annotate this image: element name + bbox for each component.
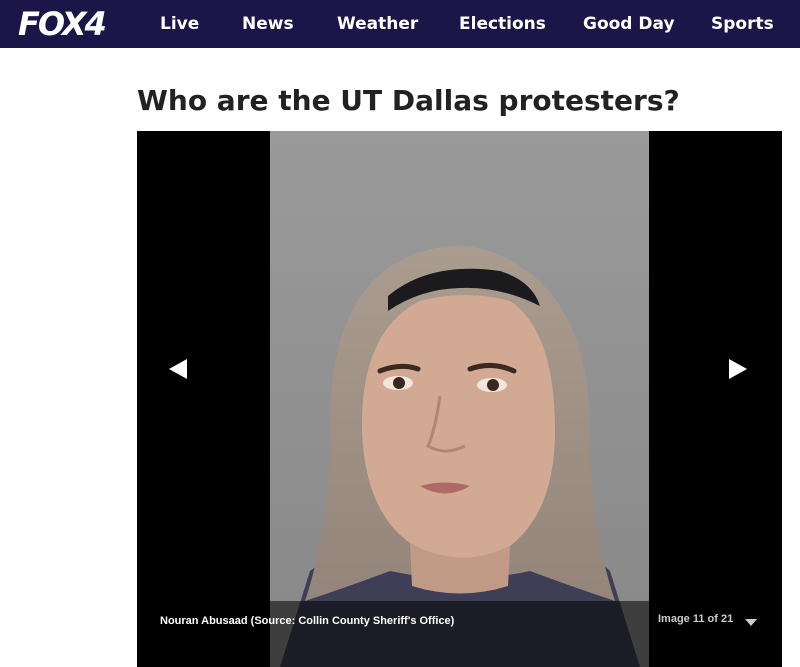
image-counter: Image 11 of 21 <box>658 613 734 625</box>
fox4-logo[interactable]: FOX4 <box>18 5 107 43</box>
photo-caption: Nouran Abusaad (Source: Collin County Sh… <box>160 615 455 627</box>
next-image-button[interactable] <box>717 349 757 389</box>
nav-item-live[interactable]: Live <box>160 0 199 48</box>
right-triangle-icon <box>729 359 747 379</box>
previous-image-button[interactable] <box>159 349 199 389</box>
nav-item-weather[interactable]: Weather <box>337 0 418 48</box>
nav-item-elections[interactable]: Elections <box>459 0 546 48</box>
photo-gallery: Nouran Abusaad (Source: Collin County Sh… <box>137 131 782 667</box>
nav-item-good-day[interactable]: Good Day <box>583 0 675 48</box>
gallery-photo <box>270 131 649 667</box>
article-headline: Who are the UT Dallas protesters? <box>137 84 680 117</box>
caption-bar: Nouran Abusaad (Source: Collin County Sh… <box>137 601 782 667</box>
chevron-down-icon[interactable] <box>745 614 757 632</box>
left-triangle-icon <box>169 359 187 379</box>
nav-item-news[interactable]: News <box>242 0 294 48</box>
portrait-image <box>270 131 649 667</box>
nav-item-sports[interactable]: Sports <box>711 0 774 48</box>
top-navigation-bar: FOX4 Live News Weather Elections Good Da… <box>0 0 800 48</box>
